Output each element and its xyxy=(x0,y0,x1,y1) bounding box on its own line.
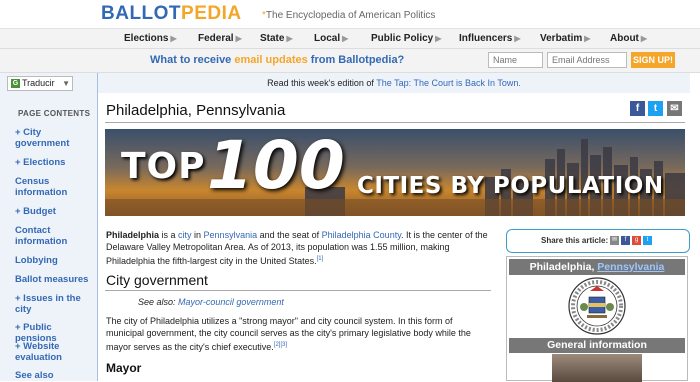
section-divider xyxy=(105,290,491,291)
arrow-right-icon: ▶ xyxy=(286,34,293,43)
share-label: Share this article: xyxy=(541,236,609,245)
nav-label: About xyxy=(610,33,639,44)
link-city[interactable]: city xyxy=(178,230,192,240)
tagline: *The Encyclopedia of American Politics xyxy=(262,10,435,21)
see-also-note: See also: Mayor-council government xyxy=(138,297,284,307)
nav-label: Federal xyxy=(198,33,234,44)
infobox-title-text: Philadelphia, xyxy=(529,261,598,273)
mayor-photo xyxy=(552,354,642,382)
nav-label: Public Policy xyxy=(371,33,434,44)
notice-link[interactable]: The Tap: The Court is Back In Town. xyxy=(376,78,521,88)
main-content: Read this week's edition of The Tap: The… xyxy=(97,73,690,382)
city-government-text: The city of Philadelphia utilizes a "str… xyxy=(106,316,471,352)
see-also-label: See also: xyxy=(138,297,179,307)
nav-label: Influencers xyxy=(459,33,513,44)
share-facebook-icon[interactable]: f xyxy=(621,236,630,245)
arrow-right-icon: ▶ xyxy=(435,34,442,43)
infobox-title: Philadelphia, Pennsylvania xyxy=(509,259,685,275)
nav-item-state[interactable]: State ▶ xyxy=(260,33,293,44)
share-box: Share this article: ✉ f g t xyxy=(506,229,690,253)
arrow-right-icon: ▶ xyxy=(342,34,349,43)
nav-item-verbatim[interactable]: Verbatim ▶ xyxy=(540,33,590,44)
toc-item-census[interactable]: Census information xyxy=(15,176,95,198)
toc-item-budget[interactable]: + Budget xyxy=(15,206,95,217)
signup-prompt-post: from Ballotpedia? xyxy=(307,54,405,66)
logo-part-1: BALLOT xyxy=(101,3,182,24)
nav-label: Verbatim xyxy=(540,33,583,44)
nav-item-elections[interactable]: Elections ▶ xyxy=(124,33,177,44)
notice-text: Read this week's edition of xyxy=(267,78,377,88)
sidebar: G Traducir ▼ PAGE CONTENTS + City governme… xyxy=(0,73,97,381)
nav-item-federal[interactable]: Federal ▶ xyxy=(198,33,242,44)
intro-bold: Philadelphia xyxy=(106,230,160,240)
signup-prompt-pre: What to receive xyxy=(150,54,235,66)
link-mayor-council-government[interactable]: Mayor-council government xyxy=(178,297,284,307)
city-seal-image xyxy=(568,277,626,335)
ballotpedia-logo[interactable]: BALLOTPEDIA xyxy=(101,3,242,25)
title-divider xyxy=(105,122,685,123)
logo-part-2: PEDIA xyxy=(181,3,242,24)
nav-label: State xyxy=(260,33,285,44)
main-nav: Elections ▶ Federal ▶ State ▶ Local ▶ Public… xyxy=(0,28,700,49)
arrow-right-icon: ▶ xyxy=(514,34,521,43)
translate-select[interactable]: G Traducir ▼ xyxy=(7,76,73,91)
share-twitter-icon[interactable]: t xyxy=(643,236,652,245)
toc-item-ballot-measures[interactable]: Ballot measures xyxy=(15,274,95,285)
link-pennsylvania[interactable]: Pennsylvania xyxy=(204,230,258,240)
header: BALLOTPEDIA *The Encyclopedia of America… xyxy=(0,0,700,28)
toc-item-website-evaluation[interactable]: + Website evaluation xyxy=(15,341,95,363)
chevron-down-icon: ▼ xyxy=(62,79,70,88)
banner-100-text: 100 xyxy=(207,129,345,204)
email-icon[interactable]: ✉ xyxy=(667,101,682,116)
email-field[interactable] xyxy=(547,52,627,68)
signup-button[interactable]: SIGN UP! xyxy=(631,52,675,68)
section-heading-mayor: Mayor xyxy=(106,361,142,375)
notice-bar: Read this week's edition of The Tap: The… xyxy=(98,73,690,93)
intro-text: is a xyxy=(159,230,179,240)
banner-subtitle: CITIES BY POPULATION xyxy=(357,173,664,199)
nav-item-local[interactable]: Local ▶ xyxy=(314,33,348,44)
tagline-text: The Encyclopedia of American Politics xyxy=(265,10,436,21)
arrow-right-icon: ▶ xyxy=(584,34,591,43)
nav-label: Elections xyxy=(124,33,169,44)
infobox: Philadelphia, Pennsylvania General infor… xyxy=(506,256,688,382)
toc-title: PAGE CONTENTS xyxy=(18,109,91,118)
top-100-cities-banner: TOP 100 CITIES BY POPULATION xyxy=(105,129,685,216)
translate-label: Traducir xyxy=(22,78,55,88)
banner-top-text: TOP xyxy=(121,146,206,187)
signup-prompt: What to receive email updates from Ballo… xyxy=(150,54,404,66)
name-field[interactable] xyxy=(488,52,543,68)
infobox-section-title: General information xyxy=(509,338,685,353)
nav-item-about[interactable]: About ▶ xyxy=(610,33,647,44)
toc-item-see-also[interactable]: See also xyxy=(15,370,95,381)
refs-2-3[interactable]: [2][3] xyxy=(274,342,287,348)
city-government-paragraph: The city of Philadelphia utilizes a "str… xyxy=(106,315,492,353)
nav-item-public-policy[interactable]: Public Policy ▶ xyxy=(371,33,441,44)
share-google-plus-icon[interactable]: g xyxy=(632,236,641,245)
infobox-title-link[interactable]: Pennsylvania xyxy=(597,261,664,273)
twitter-icon[interactable]: t xyxy=(648,101,663,116)
intro-text: and the seat of xyxy=(257,230,322,240)
link-philadelphia-county[interactable]: Philadelphia County xyxy=(322,230,401,240)
email-signup-bar: What to receive email updates from Ballo… xyxy=(0,49,700,73)
share-email-icon[interactable]: ✉ xyxy=(610,236,619,245)
google-translate-icon: G xyxy=(11,79,20,89)
nav-label: Local xyxy=(314,33,341,44)
arrow-right-icon: ▶ xyxy=(640,34,648,43)
nav-item-influencers[interactable]: Influencers ▶ xyxy=(459,33,521,44)
page-title: Philadelphia, Pennsylvania xyxy=(106,102,286,119)
arrow-right-icon: ▶ xyxy=(170,34,177,43)
signup-prompt-highlight: email updates xyxy=(234,54,308,66)
toc-item-city-government[interactable]: + City government xyxy=(15,127,95,149)
toc-item-elections[interactable]: + Elections xyxy=(15,157,95,168)
section-heading-city-government: City government xyxy=(106,272,208,288)
intro-text: in xyxy=(191,230,204,240)
toc-item-lobbying[interactable]: Lobbying xyxy=(15,255,95,266)
arrow-right-icon: ▶ xyxy=(235,34,242,43)
facebook-icon[interactable]: f xyxy=(630,101,645,116)
toc-item-issues[interactable]: + Issues in the city xyxy=(15,293,95,315)
ref-1[interactable]: [1] xyxy=(317,256,324,262)
intro-paragraph: Philadelphia is a city in Pennsylvania a… xyxy=(106,229,492,267)
toc-item-contact[interactable]: Contact information xyxy=(15,225,95,247)
